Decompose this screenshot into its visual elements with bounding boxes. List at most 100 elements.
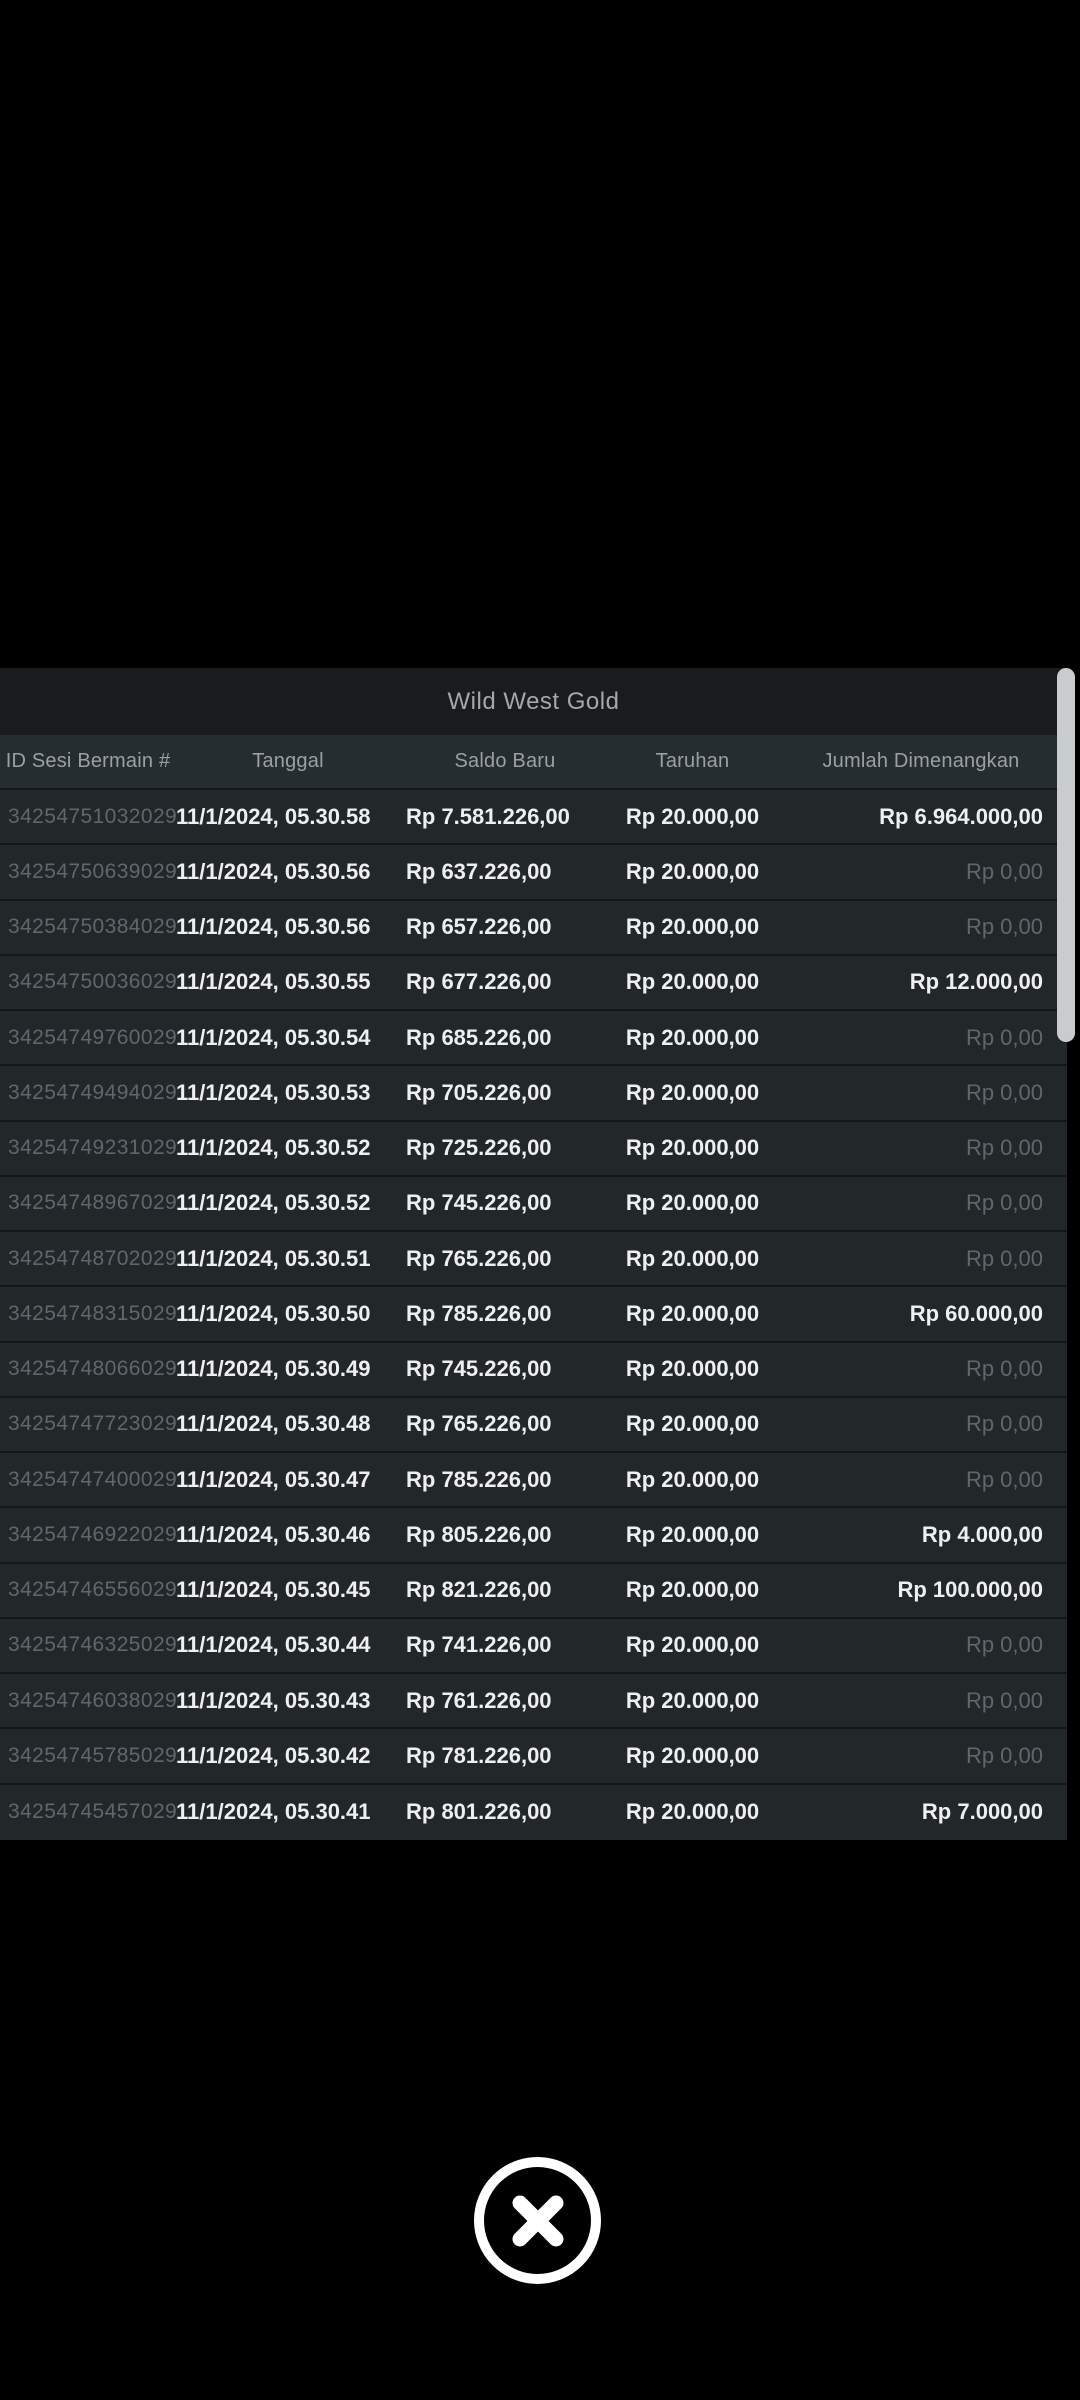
cell-new-balance: Rp 637.226,00 bbox=[406, 858, 552, 884]
cell-amount-won: Rp 4.000,00 bbox=[921, 1521, 1043, 1547]
cell-amount-won: Rp 0,00 bbox=[965, 1190, 1043, 1216]
cell-bet: Rp 20.000,00 bbox=[625, 1687, 760, 1713]
cell-amount-won: Rp 6.964.000,00 bbox=[879, 803, 1043, 829]
scrollbar-thumb[interactable] bbox=[1057, 668, 1075, 1042]
cell-date: 11/1/2024, 05.30.56 bbox=[176, 858, 371, 884]
cell-bet: Rp 20.000,00 bbox=[625, 1521, 760, 1547]
cell-date: 11/1/2024, 05.30.47 bbox=[176, 1466, 371, 1492]
cell-session-id: 34254749760029 bbox=[8, 1025, 176, 1049]
cell-session-id: 34254747723029 bbox=[8, 1412, 176, 1436]
cell-date: 11/1/2024, 05.30.48 bbox=[176, 1411, 371, 1437]
table-row: 34254748315029 11/1/2024, 05.30.50 Rp 785.… bbox=[0, 1287, 1067, 1343]
cell-amount-won: Rp 0,00 bbox=[965, 1079, 1043, 1105]
column-header-amount-won: Jumlah Dimenangkan bbox=[822, 750, 1020, 772]
cell-session-id: 34254747400029 bbox=[8, 1467, 176, 1491]
table-row: 34254746922029 11/1/2024, 05.30.46 Rp 805.… bbox=[0, 1508, 1067, 1564]
cell-bet: Rp 20.000,00 bbox=[625, 1799, 760, 1825]
cell-bet: Rp 20.000,00 bbox=[625, 969, 760, 995]
table-row: 34254746038029 11/1/2024, 05.30.43 Rp 761.… bbox=[0, 1674, 1067, 1730]
cell-session-id: 34254745785029 bbox=[8, 1743, 176, 1767]
cell-new-balance: Rp 725.226,00 bbox=[406, 1135, 552, 1161]
cell-amount-won: Rp 0,00 bbox=[965, 1411, 1043, 1437]
game-history-dialog: Wild West Gold ID Sesi Bermain # Tanggal… bbox=[0, 668, 1080, 1840]
cell-amount-won: Rp 100.000,00 bbox=[897, 1577, 1043, 1603]
cell-bet: Rp 20.000,00 bbox=[625, 1079, 760, 1105]
cell-amount-won: Rp 0,00 bbox=[965, 1466, 1043, 1492]
cell-new-balance: Rp 765.226,00 bbox=[406, 1411, 552, 1437]
cell-date: 11/1/2024, 05.30.45 bbox=[176, 1577, 371, 1603]
table-header-row: ID Sesi Bermain # Tanggal Saldo Baru Tar… bbox=[0, 735, 1067, 790]
cell-new-balance: Rp 781.226,00 bbox=[406, 1742, 552, 1768]
table-row: 34254751032029 11/1/2024, 05.30.58 Rp 7.58… bbox=[0, 790, 1067, 846]
table-row: 34254750384029 11/1/2024, 05.30.56 Rp 657.… bbox=[0, 900, 1067, 956]
cell-bet: Rp 20.000,00 bbox=[625, 1300, 760, 1326]
cell-session-id: 34254746038029 bbox=[8, 1688, 176, 1712]
cell-session-id: 34254748066029 bbox=[8, 1357, 176, 1381]
history-table-body[interactable]: 34254751032029 11/1/2024, 05.30.58 Rp 7.58… bbox=[0, 790, 1067, 1840]
cell-amount-won: Rp 0,00 bbox=[965, 1687, 1043, 1713]
cell-date: 11/1/2024, 05.30.42 bbox=[176, 1742, 371, 1768]
cell-bet: Rp 20.000,00 bbox=[625, 1135, 760, 1161]
table-row: 34254745457029 11/1/2024, 05.30.41 Rp 801.… bbox=[0, 1784, 1067, 1840]
cell-date: 11/1/2024, 05.30.46 bbox=[176, 1521, 371, 1547]
cell-date: 11/1/2024, 05.30.43 bbox=[176, 1687, 371, 1713]
cell-session-id: 34254746556029 bbox=[8, 1578, 176, 1602]
table-row: 34254748967029 11/1/2024, 05.30.52 Rp 745.… bbox=[0, 1176, 1067, 1232]
cell-date: 11/1/2024, 05.30.41 bbox=[176, 1799, 371, 1825]
cell-bet: Rp 20.000,00 bbox=[625, 1577, 760, 1603]
cell-session-id: 34254748967029 bbox=[8, 1191, 176, 1215]
game-history-content: Wild West Gold ID Sesi Bermain # Tanggal… bbox=[0, 668, 1067, 1840]
close-button[interactable] bbox=[474, 2157, 601, 2284]
table-row: 34254750639029 11/1/2024, 05.30.56 Rp 637.… bbox=[0, 845, 1067, 901]
column-header-date: Tanggal bbox=[252, 750, 324, 772]
cell-new-balance: Rp 801.226,00 bbox=[406, 1799, 552, 1825]
cell-bet: Rp 20.000,00 bbox=[625, 1742, 760, 1768]
cell-session-id: 34254751032029 bbox=[8, 804, 176, 828]
cell-bet: Rp 20.000,00 bbox=[625, 858, 760, 884]
cell-date: 11/1/2024, 05.30.58 bbox=[176, 803, 371, 829]
cell-bet: Rp 20.000,00 bbox=[625, 1245, 760, 1271]
cell-amount-won: Rp 0,00 bbox=[965, 1356, 1043, 1382]
cell-new-balance: Rp 7.581.226,00 bbox=[406, 803, 570, 829]
column-header-session-id: ID Sesi Bermain # bbox=[5, 750, 171, 772]
cell-amount-won: Rp 0,00 bbox=[965, 914, 1043, 940]
cell-amount-won: Rp 7.000,00 bbox=[921, 1799, 1043, 1825]
cell-new-balance: Rp 805.226,00 bbox=[406, 1521, 552, 1547]
cell-session-id: 34254749494029 bbox=[8, 1080, 176, 1104]
cell-bet: Rp 20.000,00 bbox=[625, 914, 760, 940]
cell-session-id: 34254748702029 bbox=[8, 1246, 176, 1270]
table-row: 34254750036029 11/1/2024, 05.30.55 Rp 677.… bbox=[0, 955, 1067, 1011]
table-row: 34254746556029 11/1/2024, 05.30.45 Rp 821.… bbox=[0, 1563, 1067, 1619]
cell-date: 11/1/2024, 05.30.56 bbox=[176, 914, 371, 940]
cell-bet: Rp 20.000,00 bbox=[625, 1411, 760, 1437]
column-header-bet: Taruhan bbox=[655, 750, 730, 772]
cell-new-balance: Rp 657.226,00 bbox=[406, 914, 552, 940]
cell-new-balance: Rp 785.226,00 bbox=[406, 1466, 552, 1492]
table-row: 34254749231029 11/1/2024, 05.30.52 Rp 725.… bbox=[0, 1121, 1067, 1177]
table-row: 34254749494029 11/1/2024, 05.30.53 Rp 705.… bbox=[0, 1066, 1067, 1122]
column-header-new-balance: Saldo Baru bbox=[454, 750, 556, 772]
cell-amount-won: Rp 0,00 bbox=[965, 1024, 1043, 1050]
cell-amount-won: Rp 0,00 bbox=[965, 1632, 1043, 1658]
cell-amount-won: Rp 12.000,00 bbox=[909, 969, 1043, 995]
table-row: 34254746325029 11/1/2024, 05.30.44 Rp 741.… bbox=[0, 1618, 1067, 1674]
cell-date: 11/1/2024, 05.30.52 bbox=[176, 1190, 371, 1216]
cell-date: 11/1/2024, 05.30.44 bbox=[176, 1632, 371, 1658]
cell-amount-won: Rp 0,00 bbox=[965, 1742, 1043, 1768]
table-row: 34254749760029 11/1/2024, 05.30.54 Rp 685.… bbox=[0, 1011, 1067, 1067]
cell-bet: Rp 20.000,00 bbox=[625, 1356, 760, 1382]
x-circle-icon bbox=[512, 2195, 563, 2246]
cell-session-id: 34254748315029 bbox=[8, 1301, 176, 1325]
cell-date: 11/1/2024, 05.30.54 bbox=[176, 1024, 371, 1050]
cell-bet: Rp 20.000,00 bbox=[625, 803, 760, 829]
cell-new-balance: Rp 821.226,00 bbox=[406, 1577, 552, 1603]
cell-amount-won: Rp 60.000,00 bbox=[909, 1300, 1043, 1326]
cell-new-balance: Rp 761.226,00 bbox=[406, 1687, 552, 1713]
cell-bet: Rp 20.000,00 bbox=[625, 1190, 760, 1216]
cell-session-id: 34254750384029 bbox=[8, 915, 176, 939]
cell-new-balance: Rp 741.226,00 bbox=[406, 1632, 552, 1658]
table-row: 34254748702029 11/1/2024, 05.30.51 Rp 765.… bbox=[0, 1232, 1067, 1288]
table-row: 34254748066029 11/1/2024, 05.30.49 Rp 745.… bbox=[0, 1342, 1067, 1398]
cell-amount-won: Rp 0,00 bbox=[965, 858, 1043, 884]
table-row: 34254745785029 11/1/2024, 05.30.42 Rp 781.… bbox=[0, 1729, 1067, 1785]
